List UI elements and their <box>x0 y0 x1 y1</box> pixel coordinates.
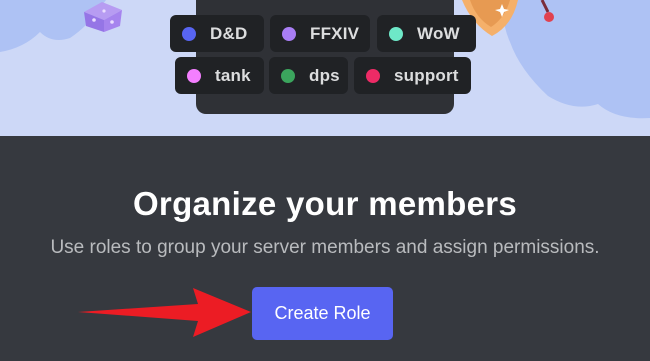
role-label: WoW <box>417 23 460 43</box>
role-color-dot <box>182 26 196 41</box>
role-label: tank <box>215 65 251 85</box>
role-color-dot <box>389 26 403 41</box>
role-label: D&D <box>210 23 248 43</box>
role-pill-tank: tank <box>175 57 264 94</box>
role-pill-wow: WoW <box>377 15 476 52</box>
role-color-dot <box>366 68 380 83</box>
role-color-dot <box>282 26 296 41</box>
page-title: Organize your members <box>132 185 518 222</box>
role-pill-dnd: D&D <box>170 15 264 52</box>
role-label: FFXIV <box>310 23 360 43</box>
role-color-dot <box>281 68 295 83</box>
create-role-button[interactable]: Create Role <box>252 287 393 340</box>
role-label: dps <box>309 65 340 85</box>
role-label: support <box>394 65 459 85</box>
cloud-right-icon <box>503 0 650 119</box>
role-color-dot <box>187 68 201 83</box>
role-pill-dps: dps <box>269 57 348 94</box>
page-subtitle: Use roles to group your server members a… <box>50 237 600 258</box>
role-pill-ffxiv: FFXIV <box>270 15 370 52</box>
role-pill-support: support <box>354 57 471 94</box>
roles-illustration: D&D FFXIV WoW tank dps support <box>0 0 650 136</box>
